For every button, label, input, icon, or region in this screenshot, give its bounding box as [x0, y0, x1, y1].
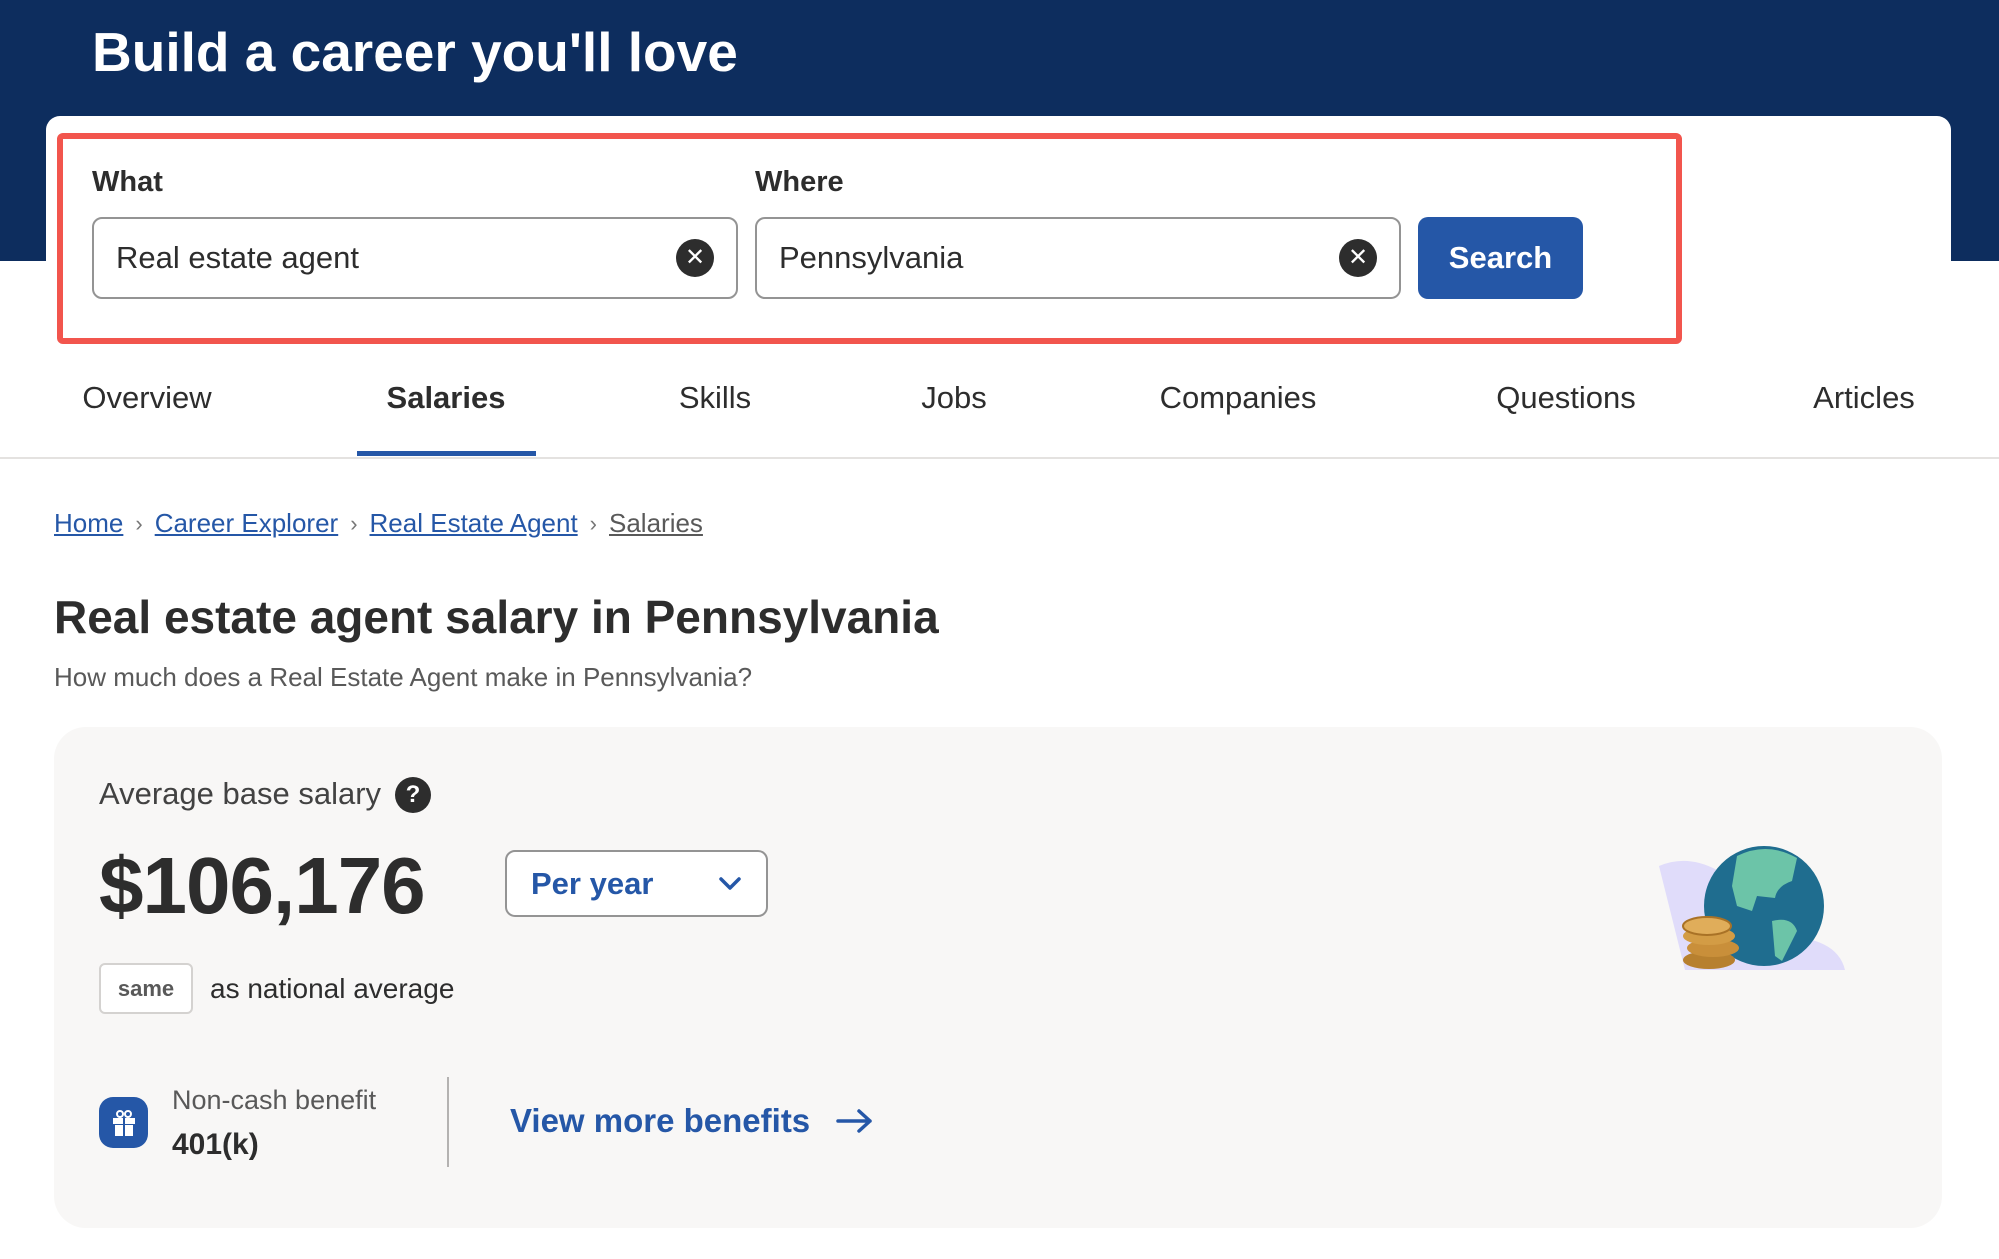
divider: [447, 1077, 449, 1167]
active-tab-indicator: [357, 451, 536, 456]
period-value: Per year: [531, 865, 654, 901]
where-input-value: Pennsylvania: [779, 240, 964, 275]
gift-icon: [99, 1097, 148, 1148]
view-more-benefits-link[interactable]: View more benefits: [510, 1102, 874, 1140]
tab-salaries[interactable]: Salaries: [387, 380, 506, 416]
what-input-value: Real estate agent: [116, 240, 360, 275]
page-title: Real estate agent salary in Pennsylvania: [54, 591, 939, 643]
tab-companies[interactable]: Companies: [1160, 380, 1317, 416]
page-subtitle: How much does a Real Estate Agent make i…: [54, 662, 753, 692]
breadcrumb: Home › Career Explorer › Real Estate Age…: [54, 508, 703, 539]
breadcrumb-salaries: Salaries: [609, 508, 703, 538]
tab-skills[interactable]: Skills: [679, 380, 751, 416]
what-input[interactable]: Real estate agent ✕: [92, 217, 738, 299]
arrow-right-icon: [836, 1109, 872, 1133]
comparison-text: as national average: [210, 973, 455, 1004]
period-dropdown[interactable]: Per year: [505, 850, 768, 917]
comparison-badge: same: [99, 963, 193, 1014]
hero-title: Build a career you'll love: [92, 21, 738, 83]
tab-articles[interactable]: Articles: [1813, 380, 1915, 416]
tab-questions[interactable]: Questions: [1496, 380, 1636, 416]
help-icon[interactable]: ?: [395, 777, 431, 813]
clear-where-icon[interactable]: ✕: [1339, 239, 1377, 277]
tab-jobs[interactable]: Jobs: [921, 380, 986, 416]
chevron-down-icon: [719, 876, 741, 890]
breadcrumb-career-explorer[interactable]: Career Explorer: [155, 508, 339, 539]
breadcrumb-real-estate-agent[interactable]: Real Estate Agent: [370, 508, 578, 539]
chevron-right-icon: ›: [350, 510, 358, 536]
where-label: Where: [755, 166, 844, 198]
average-salary-label: Average base salary: [99, 776, 382, 811]
where-input[interactable]: Pennsylvania ✕: [755, 217, 1401, 299]
tab-bar: Overview Salaries Skills Jobs Companies …: [0, 360, 1999, 459]
view-more-benefits-label: View more benefits: [510, 1102, 811, 1139]
salary-value: $106,176: [99, 841, 426, 930]
benefit-value: 401(k): [172, 1128, 259, 1161]
search-button[interactable]: Search: [1418, 217, 1583, 299]
tab-overview[interactable]: Overview: [82, 380, 211, 416]
chevron-right-icon: ›: [135, 510, 143, 536]
chevron-right-icon: ›: [589, 510, 597, 536]
what-label: What: [92, 166, 163, 198]
globe-coins-illustration: [1659, 846, 1845, 970]
clear-what-icon[interactable]: ✕: [676, 239, 714, 277]
breadcrumb-home[interactable]: Home: [54, 508, 123, 539]
benefit-label: Non-cash benefit: [172, 1085, 377, 1115]
